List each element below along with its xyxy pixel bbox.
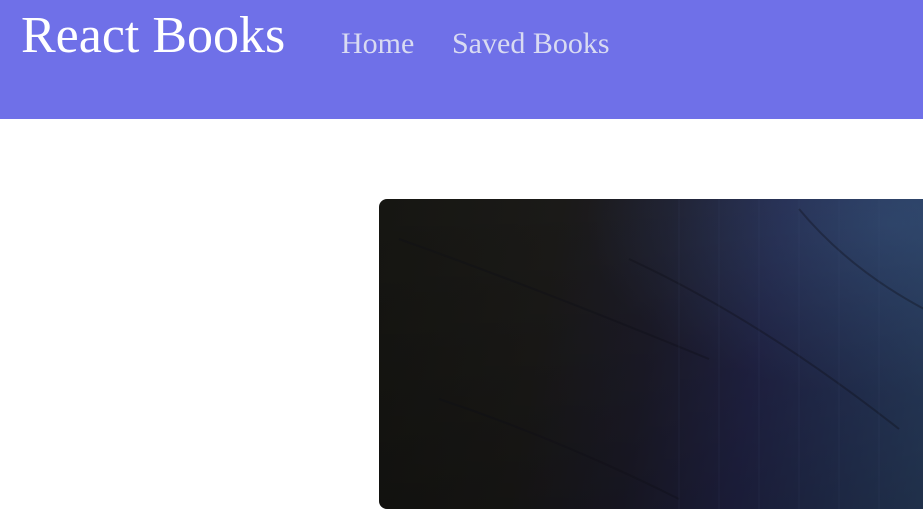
top-navbar: React Books Home Saved Books <box>0 0 923 119</box>
nav-link-home[interactable]: Home <box>341 24 414 64</box>
hero-image <box>379 199 923 509</box>
hero-image-texture <box>379 199 923 509</box>
nav-link-saved-books[interactable]: Saved Books <box>452 24 610 64</box>
main-content <box>0 119 923 509</box>
brand-link[interactable]: React Books <box>21 4 285 68</box>
